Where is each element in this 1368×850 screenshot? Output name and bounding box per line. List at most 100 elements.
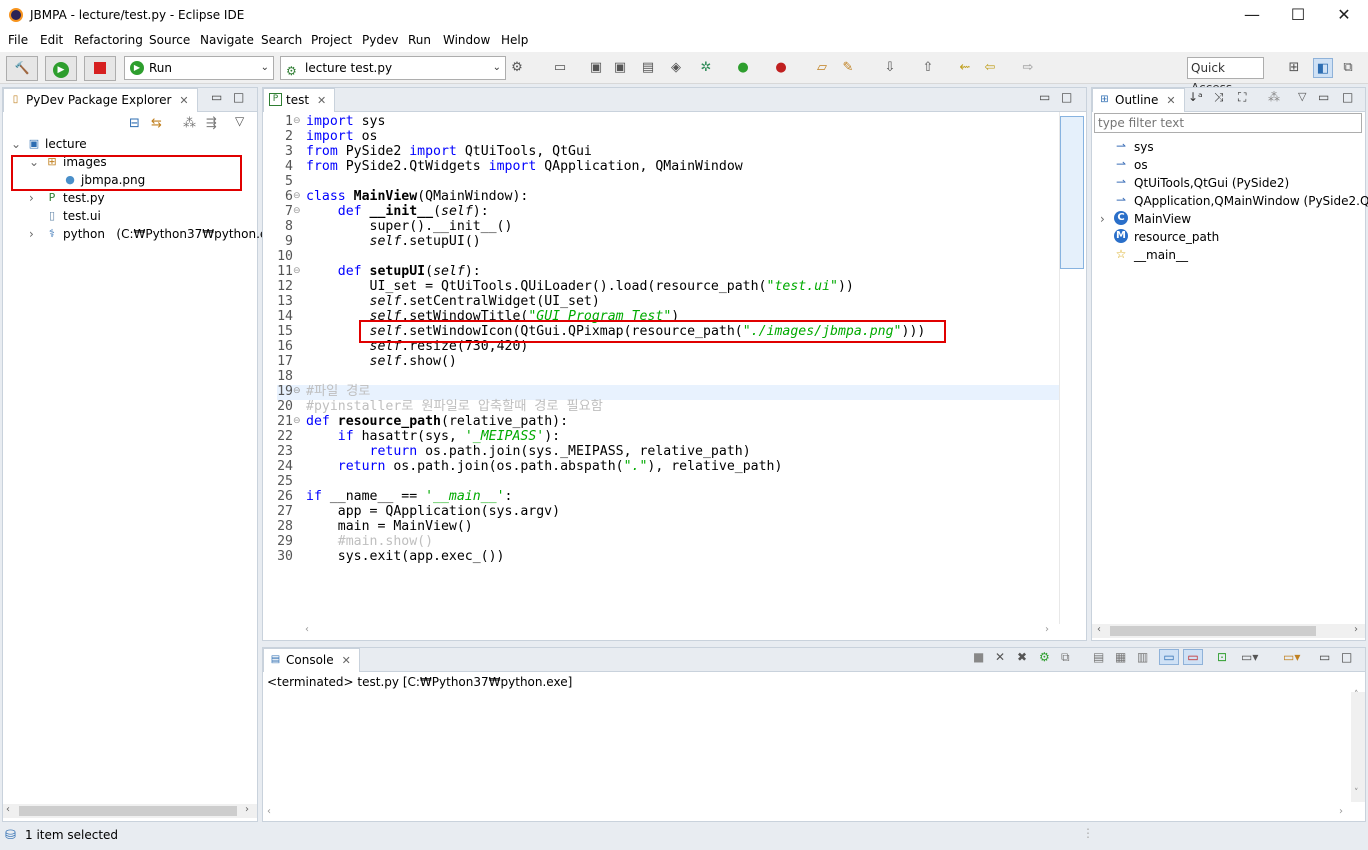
filters-icon[interactable]: ⁂ [183,116,196,131]
maximize-icon[interactable]: □ [233,90,244,104]
open-console-icon[interactable]: ▭▾ [1283,650,1300,664]
tab-editor-test[interactable]: P test ✕ [263,88,336,112]
chevron-right-icon[interactable]: › [245,804,249,815]
code-line[interactable]: 8 super().__init__() [263,219,1058,234]
outline-item[interactable]: ☆ __main__ [1100,246,1364,264]
expander-icon[interactable]: ⌄ [11,135,23,153]
tree-item[interactable]: ▯ test.ui [7,207,255,225]
tab-outline[interactable]: ⊞ Outline ✕ [1092,88,1185,112]
back-icon[interactable]: ⇦ [980,58,1000,78]
menu-pydev[interactable]: Pydev [362,33,398,47]
fold-icon[interactable]: ⊖ [293,264,301,279]
debug-perspective-icon[interactable]: ⧉ [1338,58,1358,78]
quick-access-input[interactable]: Quick Access [1187,57,1264,95]
settings-gear-icon[interactable]: ⚙ [507,58,527,78]
code-line[interactable]: 18 [263,369,1058,384]
view-menu-icon[interactable]: ▽ [235,114,244,128]
save-all-icon[interactable]: ▣ [610,58,630,78]
console-vertical-scrollbar[interactable]: ˄ ˅ [1351,690,1365,802]
expander-icon[interactable]: › [1100,210,1105,228]
filters-icon[interactable]: ⁂ [1268,90,1280,104]
tab-console[interactable]: ▤ Console ✕ [263,648,360,672]
word-wrap-icon[interactable]: ▥ [1137,650,1148,664]
sort-icon[interactable]: ↓ᵃ [1188,90,1203,104]
outline-item[interactable]: ⇀ QApplication,QMainWindow (PySide2.QtW [1100,192,1368,210]
close-icon[interactable]: ✕ [1166,94,1175,107]
remove-all-icon[interactable]: ✖ [1017,650,1027,664]
chevron-right-icon[interactable]: › [1354,624,1358,635]
outline-item[interactable]: ⇀ os [1100,156,1364,174]
build-button[interactable]: 🔨 [6,56,38,81]
code-line[interactable]: 2 import os [263,129,1058,144]
chevron-down-icon[interactable]: ˅ [1354,788,1359,798]
code-line[interactable]: 13 self.setCentralWidget(UI_set) [263,294,1058,309]
console-horizontal-scrollbar[interactable]: ‹ › [263,806,1351,820]
open-folder-icon[interactable]: ▱ [812,58,832,78]
outline-item[interactable]: › C MainView [1100,210,1364,228]
menu-navigate[interactable]: Navigate [200,33,254,47]
code-line[interactable]: 29 #main.show() [263,534,1058,549]
clear-console-icon[interactable]: ▤ [1093,650,1104,664]
tree-item[interactable]: ⌄ ▣ lecture [7,135,255,153]
code-line[interactable]: 27 app = QApplication(sys.argv) [263,504,1058,519]
run-button[interactable]: ▶ [45,56,77,81]
code-line[interactable]: 30 sys.exit(app.exec_()) [263,549,1058,564]
outline-filter-input[interactable] [1094,113,1362,133]
code-line[interactable]: 24 return os.path.join(os.path.abspath("… [263,459,1058,474]
open-perspective-icon[interactable]: ⊞ [1284,58,1304,78]
menu-project[interactable]: Project [311,33,352,47]
show-on-stdout-icon[interactable]: ▭ [1159,649,1179,665]
chevron-right-icon[interactable]: › [1045,624,1049,635]
debug-icon[interactable]: ✲ [696,58,716,78]
collapse-all-icon[interactable]: ⊟ [129,116,140,131]
code-line[interactable]: 7 ⊖ def __init__(self): [263,204,1058,219]
maximize-icon[interactable]: □ [1061,90,1072,104]
run-icon[interactable]: ● [733,58,753,78]
close-icon[interactable]: ✕ [342,654,351,667]
code-line[interactable]: 4 from PySide2.QtWidgets import QApplicat… [263,159,1058,174]
chevron-right-icon[interactable]: › [1339,806,1343,817]
tree-item[interactable]: › Ptest.py [7,189,255,207]
minimize-icon[interactable]: ▭ [1039,90,1050,104]
terminate-icon[interactable]: ■ [973,650,984,664]
chevron-up-icon[interactable]: ˄ [1354,690,1359,700]
expand-icon[interactable]: ⛶ [1238,90,1246,105]
last-edit-icon[interactable]: ⇜ [955,58,975,78]
fold-icon[interactable]: ⊖ [293,384,301,399]
minimize-button[interactable]: — [1229,0,1275,30]
new-icon[interactable]: ▭ [550,58,570,78]
horizontal-scrollbar[interactable]: ‹ › [3,804,257,818]
pin-console-icon[interactable]: ⧉ [1061,650,1070,665]
maximize-icon[interactable]: □ [1342,90,1353,104]
run-config-combo[interactable]: ▶ Run ⌄ [124,56,274,80]
minimize-icon[interactable]: ▭ [1318,90,1329,104]
outline-horizontal-scrollbar[interactable]: ‹ › [1092,624,1365,638]
maximize-button[interactable]: ☐ [1275,0,1321,30]
close-icon[interactable]: ✕ [317,94,326,107]
fold-icon[interactable]: ⊖ [293,414,301,429]
code-line[interactable]: 21 ⊖ def resource_path(relative_path): [263,414,1058,429]
launch-file-combo[interactable]: ⚙ lecture test.py ⌄ [280,56,506,80]
display-console-icon[interactable]: ▭▾ [1241,650,1258,664]
code-line[interactable]: 19 ⊖ #파일 경로 [263,384,1058,399]
fold-icon[interactable]: ⊖ [293,204,301,219]
menu-search[interactable]: Search [261,33,302,47]
expander-icon[interactable]: › [29,225,41,243]
code-line[interactable]: 26 if __name__ == '__main__': [263,489,1058,504]
chevron-left-icon[interactable]: ‹ [305,624,309,635]
pin-icon[interactable]: ✎ [838,58,858,78]
outline-item[interactable]: Mresource_path [1100,228,1364,246]
code-line[interactable]: 17 self.show() [263,354,1058,369]
python-interpreter-icon[interactable]: ◈ [666,58,686,78]
show-on-stderr-icon[interactable]: ▭ [1183,649,1203,665]
code-line[interactable]: 12 UI_set = QtUiTools.QUiLoader().load(r… [263,279,1058,294]
menu-help[interactable]: Help [501,33,528,47]
external-tools-icon[interactable]: ● [771,58,791,78]
link-with-editor-icon[interactable]: ⇆ [151,116,162,131]
code-line[interactable]: 22 if hasattr(sys, '_MEIPASS'): [263,429,1058,444]
pin-icon[interactable]: ⊡ [1217,650,1227,664]
scroll-lock-icon[interactable]: ▦ [1115,650,1126,664]
vertical-scrollbar[interactable] [1059,112,1085,624]
close-button[interactable]: ✕ [1321,0,1367,30]
code-line[interactable]: 20 #pyinstaller로 원파일로 압축할때 경로 필요함 [263,399,1058,414]
